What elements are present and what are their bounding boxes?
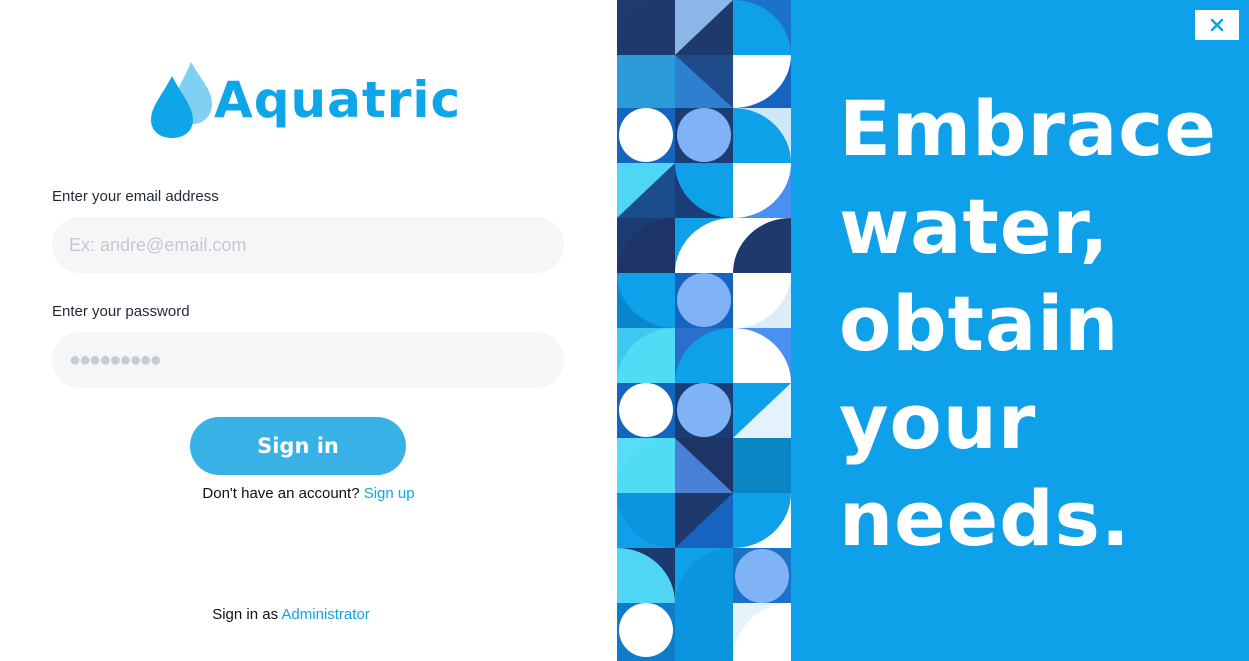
tagline-line: Embrace: [839, 84, 1217, 173]
hero-panel: Embrace water, obtain your needs.: [791, 0, 1249, 661]
signup-row: Don't have an account? Sign up: [0, 485, 617, 502]
login-panel: Aquatric Enter your email address Enter …: [0, 0, 617, 661]
sign-up-link[interactable]: Sign up: [364, 485, 415, 502]
hero-tagline: Embrace water, obtain your needs.: [839, 80, 1217, 568]
close-button[interactable]: [1195, 10, 1239, 40]
email-label: Enter your email address: [52, 188, 219, 205]
password-field[interactable]: [52, 332, 564, 388]
password-label: Enter your password: [52, 303, 190, 320]
signup-prompt: Don't have an account?: [202, 485, 360, 502]
brand-name: Aquatric: [214, 71, 462, 129]
admin-row: Sign in as Administrator: [0, 606, 582, 623]
logo: Aquatric: [148, 60, 461, 140]
tagline-line: needs.: [839, 474, 1131, 563]
tagline-line: obtain: [839, 279, 1120, 368]
admin-prompt: Sign in as: [212, 606, 279, 623]
email-field[interactable]: [52, 217, 564, 273]
tagline-line: your: [839, 376, 1037, 466]
close-icon: [1210, 18, 1224, 32]
water-drop-icon: [151, 62, 212, 138]
decorative-mosaic: [617, 0, 791, 661]
mosaic-pattern: [617, 0, 791, 661]
tagline-line: water,: [839, 181, 1110, 271]
sign-in-button[interactable]: Sign in: [190, 417, 406, 475]
administrator-link[interactable]: Administrator: [281, 606, 369, 623]
